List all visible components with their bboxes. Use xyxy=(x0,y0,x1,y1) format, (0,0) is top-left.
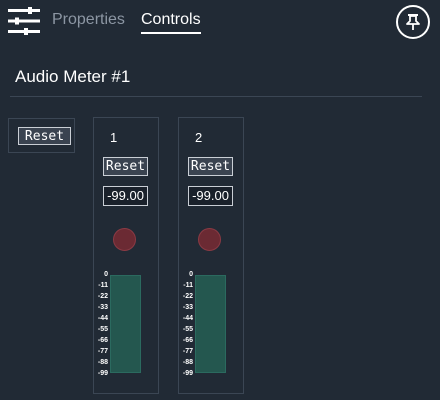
meter-scale-tick: -66 xyxy=(97,337,108,344)
channel-1-level-meter xyxy=(110,275,141,373)
global-reset-panel: Reset xyxy=(8,118,75,153)
title-divider xyxy=(10,96,422,97)
meter-scale-tick: -99 xyxy=(182,370,193,377)
meter-scale-tick: 0 xyxy=(189,271,193,278)
channel-number: 1 xyxy=(110,130,118,145)
tab-properties[interactable]: Properties xyxy=(52,11,125,29)
meter-scale-tick: -33 xyxy=(97,304,108,311)
channel-1-panel: 1 Reset -99.00 0 -11 -22 -33 -44 -55 -66 -77 -88… xyxy=(93,117,159,394)
channel-2-panel: 2 Reset -99.00 0 -11 -22 -33 -44 -55 -66 -77 -88… xyxy=(178,117,244,394)
meter-scale-tick: -66 xyxy=(182,337,193,344)
pin-button[interactable] xyxy=(396,5,430,39)
meter-scale-tick: -55 xyxy=(97,326,108,333)
meter-scale-tick: -33 xyxy=(182,304,193,311)
meter-scale-tick: -22 xyxy=(182,293,193,300)
channel-1-reset-button[interactable]: Reset xyxy=(103,157,148,176)
page-title: Audio Meter #1 xyxy=(15,67,131,86)
meter-scale-tick: -44 xyxy=(182,315,193,322)
sliders-icon[interactable] xyxy=(8,7,40,35)
meter-scale-tick: -77 xyxy=(97,348,108,355)
meter-scale-tick: -55 xyxy=(182,326,193,333)
meter-scale: 0 -11 -22 -33 -44 -55 -66 -77 -88 -99 xyxy=(94,271,110,379)
channel-1-value: -99.00 xyxy=(103,186,148,206)
reset-all-button[interactable]: Reset xyxy=(18,127,71,145)
meter-scale-tick: 0 xyxy=(104,271,108,278)
meter-scale-tick: -88 xyxy=(97,359,108,366)
channel-2-clip-indicator xyxy=(198,228,221,251)
meter-scale-tick: -88 xyxy=(182,359,193,366)
meter-scale-tick: -22 xyxy=(97,293,108,300)
channel-2-reset-button[interactable]: Reset xyxy=(188,157,233,176)
channel-2-level-meter xyxy=(195,275,226,373)
channel-number: 2 xyxy=(195,130,203,145)
meter-scale-tick: -44 xyxy=(97,315,108,322)
active-tab-indicator xyxy=(141,32,201,34)
meter-scale-tick: -77 xyxy=(182,348,193,355)
meter-scale-tick: -99 xyxy=(97,370,108,377)
meter-scale: 0 -11 -22 -33 -44 -55 -66 -77 -88 -99 xyxy=(179,271,195,379)
top-bar: Properties Controls xyxy=(0,0,440,44)
channel-2-value: -99.00 xyxy=(188,186,233,206)
meter-scale-tick: -11 xyxy=(183,282,193,289)
tab-controls[interactable]: Controls xyxy=(141,11,201,29)
pushpin-icon xyxy=(406,14,420,30)
meter-scale-tick: -11 xyxy=(98,282,108,289)
channel-1-clip-indicator xyxy=(113,228,136,251)
